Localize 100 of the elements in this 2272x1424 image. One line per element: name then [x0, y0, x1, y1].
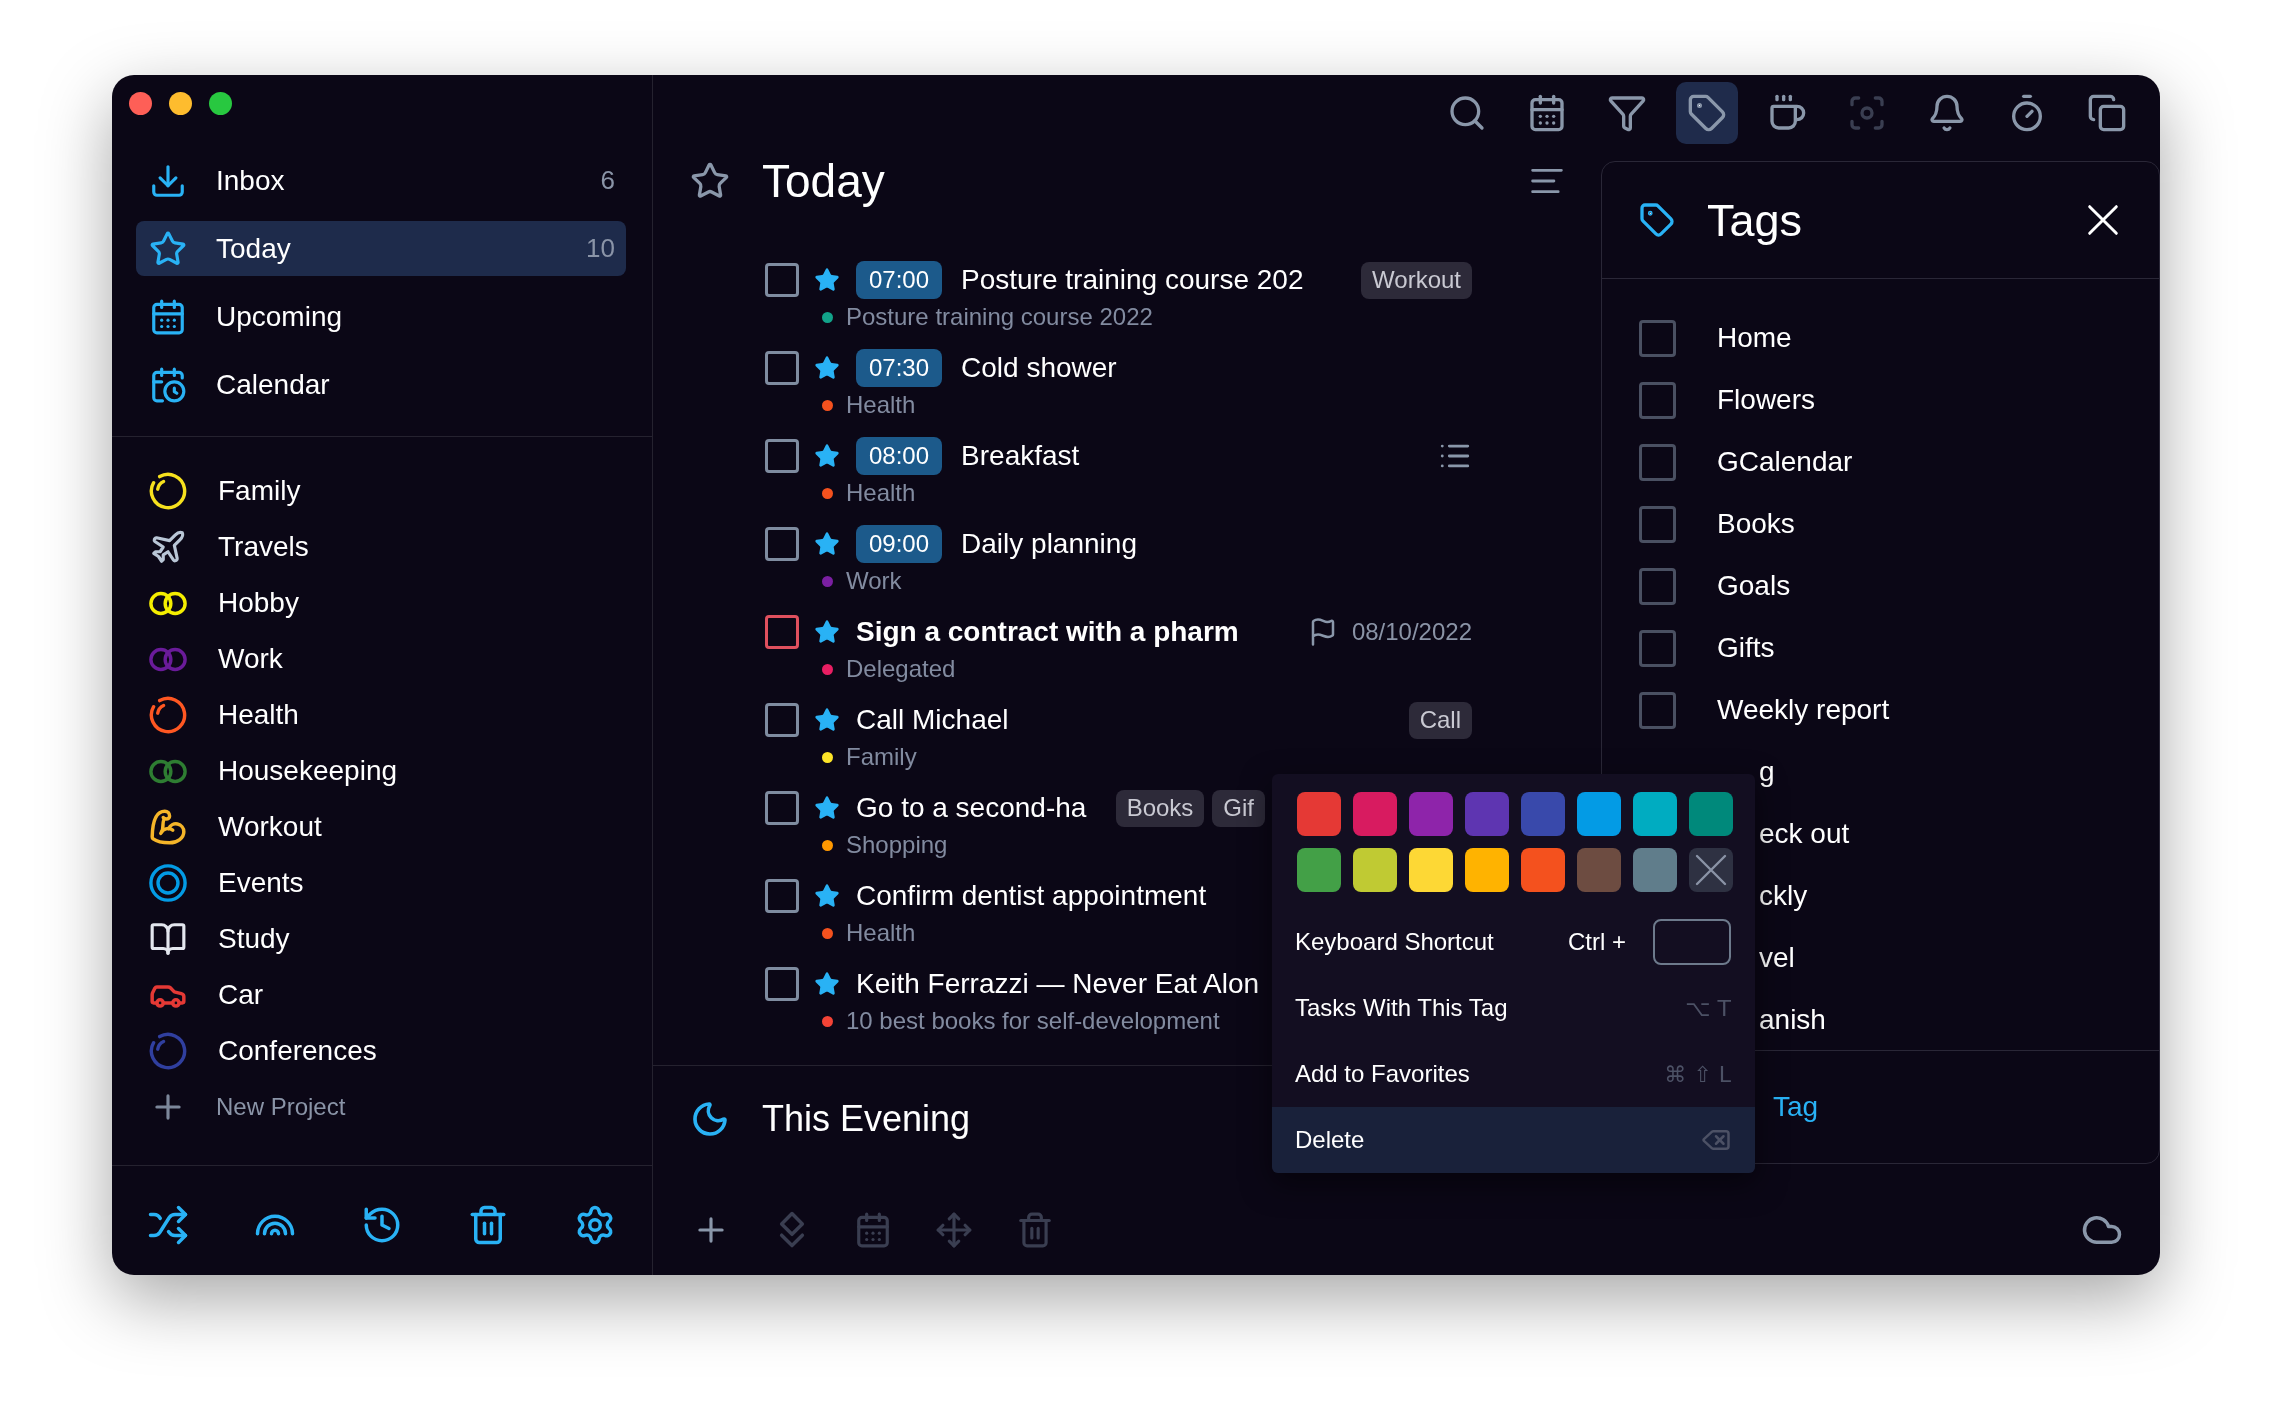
checkbox[interactable] [765, 351, 799, 385]
shuffle-icon[interactable] [147, 1203, 189, 1246]
color-swatch-icon[interactable] [1353, 792, 1397, 836]
calendar-clock-icon [149, 365, 187, 404]
shortcut-field[interactable] [1653, 919, 1731, 965]
toolbar-button[interactable] [1676, 82, 1738, 144]
color-swatch-icon[interactable] [1577, 792, 1621, 836]
tag-label[interactable]: Workout [1361, 261, 1472, 299]
color-swatch-icon[interactable] [1465, 792, 1509, 836]
color-swatch-icon[interactable] [1577, 848, 1621, 892]
menu-item[interactable]: Keyboard Shortcut Ctrl + [1272, 909, 1755, 975]
tag-label[interactable]: Call [1408, 701, 1472, 739]
checkbox[interactable] [1639, 505, 1676, 543]
color-swatch-icon[interactable] [1633, 848, 1677, 892]
tag-icon [1639, 202, 1675, 238]
shortcut-keys: ⌥ T [1685, 991, 1731, 1025]
task-title[interactable]: Go to a second-ha [856, 787, 1087, 829]
new-tag-link[interactable]: Tag [1773, 1086, 1819, 1128]
close-icon [2087, 204, 2119, 236]
task-title[interactable]: Posture training course 202 [961, 259, 1304, 301]
checkbox[interactable] [1639, 381, 1676, 419]
window-close-button[interactable] [129, 92, 152, 115]
color-swatch-icon[interactable] [1689, 792, 1733, 836]
filter-icon [1607, 93, 1647, 133]
project-item[interactable]: Conferences [149, 1023, 652, 1079]
task-title[interactable]: Cold shower [961, 347, 1117, 389]
project-item[interactable]: Family [149, 463, 652, 519]
nav-item[interactable]: Upcoming [136, 289, 626, 344]
star-icon [814, 707, 840, 733]
project-item[interactable]: Car [149, 967, 652, 1023]
window-minimize-button[interactable] [169, 92, 192, 115]
color-swatch-icon[interactable] [1409, 848, 1453, 892]
checkbox[interactable] [765, 703, 799, 737]
checkbox[interactable] [765, 791, 799, 825]
color-swatch-icon[interactable] [1465, 848, 1509, 892]
tag-name: eck out [1759, 817, 1850, 851]
tag-name: vel [1759, 941, 1795, 975]
star-icon [814, 795, 840, 821]
color-swatch-icon[interactable] [1521, 848, 1565, 892]
color-swatch-icon[interactable] [1297, 848, 1341, 892]
checkbox[interactable] [765, 967, 799, 1001]
nav-item[interactable]: Inbox 6 [136, 153, 626, 208]
color-swatch-icon[interactable] [1633, 792, 1677, 836]
tag-label[interactable]: Gif [1212, 789, 1265, 827]
menu-item[interactable]: Add to Favorites ⌘ ⇧ L [1272, 1041, 1755, 1107]
tag-name: Goals [1717, 569, 1791, 603]
task-title[interactable]: Sign a contract with a pharm [856, 611, 1239, 653]
tag-label[interactable]: Books [1115, 789, 1205, 827]
nav-item[interactable]: Calendar [136, 357, 626, 412]
project-item[interactable]: Workout [149, 799, 652, 855]
color-swatch-icon[interactable] [1409, 792, 1453, 836]
tag-name: ckly [1759, 879, 1808, 913]
new-project-button[interactable]: New Project [149, 1079, 652, 1135]
airplane-icon [149, 528, 187, 566]
window-zoom-button[interactable] [209, 92, 232, 115]
tag-name: anish [1759, 1003, 1826, 1037]
item-count: 6 [600, 164, 615, 197]
project-label: Health [846, 478, 916, 508]
menu-item[interactable]: Delete [1272, 1107, 1755, 1173]
cup-icon [1767, 93, 1807, 133]
star-icon [814, 619, 840, 645]
checkbox[interactable] [1639, 629, 1676, 667]
project-item[interactable]: Work [149, 631, 652, 687]
bell-icon [1927, 93, 1967, 133]
project-item[interactable]: Housekeeping [149, 743, 652, 799]
color-swatch-icon[interactable] [1297, 792, 1341, 836]
color-swatch-icon[interactable] [1353, 848, 1397, 892]
checkbox[interactable] [765, 879, 799, 913]
close-button[interactable] [2087, 204, 2119, 236]
task-title[interactable]: Call Michael [856, 699, 1009, 741]
tag-name: Weekly report [1717, 693, 1890, 727]
shortcut-prefix: Ctrl + [1568, 927, 1626, 957]
project-item[interactable]: Health [149, 687, 652, 743]
project-label: Health [846, 390, 916, 420]
tag-name: Books [1717, 507, 1795, 541]
moon-icon [690, 1099, 730, 1139]
checkbox[interactable] [765, 615, 799, 649]
checkbox[interactable] [1639, 691, 1676, 729]
menu-icon[interactable] [1531, 168, 1563, 194]
checkbox[interactable] [1639, 567, 1676, 605]
task-title[interactable]: Breakfast [961, 435, 1080, 477]
task-title[interactable]: Daily planning [961, 523, 1137, 565]
project-item[interactable]: Events [149, 855, 652, 911]
menu-item[interactable]: Tasks With This Tag ⌥ T [1272, 975, 1755, 1041]
tag-name: Gifts [1717, 631, 1775, 665]
checkbox[interactable] [765, 527, 799, 561]
project-item[interactable]: Travels [149, 519, 652, 575]
project-item[interactable]: Study [149, 911, 652, 967]
color-swatch-icon[interactable] [1521, 792, 1565, 836]
shortcut-keys: ⌘ ⇧ L [1664, 1057, 1731, 1091]
checkbox[interactable] [1639, 319, 1676, 357]
tag-name: Home [1717, 321, 1792, 355]
checkbox[interactable] [765, 263, 799, 297]
task-title[interactable]: Keith Ferrazzi — Never Eat Alon [856, 963, 1260, 1005]
task-title[interactable]: Confirm dentist appointment [856, 875, 1207, 917]
nav-item[interactable]: Today 10 [136, 221, 626, 276]
project-item[interactable]: Hobby [149, 575, 652, 631]
checkbox[interactable] [765, 439, 799, 473]
no-color-icon[interactable] [1689, 848, 1733, 892]
checkbox[interactable] [1639, 443, 1676, 481]
